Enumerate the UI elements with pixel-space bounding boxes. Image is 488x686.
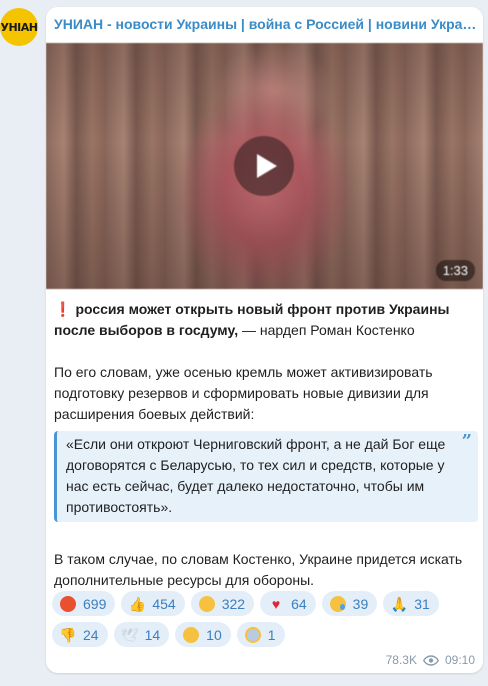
quote-text: «Если они откроют Черниговский фронт, а … — [66, 436, 446, 515]
channel-name[interactable]: УНИАН - новости Украины | война с Россие… — [54, 15, 478, 33]
reaction-count: 454 — [152, 595, 176, 612]
neutral-face-icon — [182, 626, 200, 644]
reaction-count: 39 — [352, 595, 369, 612]
post-text: ❗ россия может открыть новый фронт против… — [54, 299, 478, 591]
reaction-heart[interactable]: ♥ 64 — [260, 591, 316, 616]
reaction-count: 322 — [221, 595, 246, 612]
crying-face-icon — [329, 595, 347, 613]
reaction-scream[interactable]: 1 — [236, 622, 285, 647]
channel-avatar[interactable]: УНІАН — [0, 8, 38, 46]
reaction-thumbs-up[interactable]: 👍 454 — [121, 591, 185, 616]
thumbs-down-icon: 👎 — [59, 626, 77, 643]
exclamation-icon: ❗ — [54, 301, 72, 317]
reaction-angry[interactable]: 699 — [52, 591, 116, 616]
message-time: 09:10 — [444, 653, 475, 667]
thumbs-up-icon: 👍 — [128, 595, 147, 612]
quote-icon: ” — [461, 431, 472, 452]
angry-face-icon — [59, 595, 77, 613]
play-icon — [256, 154, 277, 178]
reaction-neutral[interactable]: 10 — [175, 622, 231, 647]
reactions-bar: 699 👍 454 322 ♥ 64 39 🙏 31 👎 24 🕊 14 10 … — [52, 591, 478, 647]
dove-icon: 🕊 — [120, 626, 139, 643]
view-count: 78.3K — [385, 653, 417, 667]
reaction-count: 24 — [83, 626, 99, 643]
post-paragraph-1: По его словам, уже осенью кремль может а… — [54, 364, 433, 422]
headline-rest: — нардеп Роман Костенко — [238, 322, 415, 338]
post-headline: ❗ россия может открыть новый фронт против… — [54, 299, 478, 341]
reaction-pray[interactable]: 🙏 31 — [383, 591, 439, 616]
video-thumbnail[interactable]: 1:33 — [46, 43, 483, 289]
reaction-count: 10 — [206, 626, 222, 643]
channel-logo: УНІАН — [0, 20, 39, 34]
grinning-face-icon — [198, 595, 216, 613]
reaction-count: 64 — [291, 595, 307, 612]
praying-hands-icon: 🙏 — [390, 595, 408, 612]
screaming-face-icon — [244, 626, 262, 644]
reaction-thumbs-down[interactable]: 👎 24 — [52, 622, 108, 647]
message-bubble: УНИАН - новости Украины | война с Россие… — [46, 7, 483, 673]
reaction-count: 14 — [144, 626, 161, 643]
reaction-count: 31 — [414, 595, 430, 612]
reaction-grin[interactable]: 322 — [190, 591, 255, 616]
reaction-count: 699 — [83, 595, 107, 612]
reaction-dove[interactable]: 🕊 14 — [113, 622, 170, 647]
reaction-count: 1 — [267, 626, 276, 643]
video-duration: 1:33 — [435, 260, 475, 281]
post-paragraph-2: В таком случае, по словам Костенко, Укра… — [54, 551, 463, 588]
heart-icon: ♥ — [271, 595, 281, 612]
play-button[interactable] — [234, 136, 294, 196]
eye-icon — [422, 654, 439, 666]
reaction-cry[interactable]: 39 — [321, 591, 378, 616]
message-footer: 78.3K 09:10 — [386, 653, 475, 667]
blockquote: «Если они откроют Черниговский фронт, а … — [54, 431, 478, 522]
